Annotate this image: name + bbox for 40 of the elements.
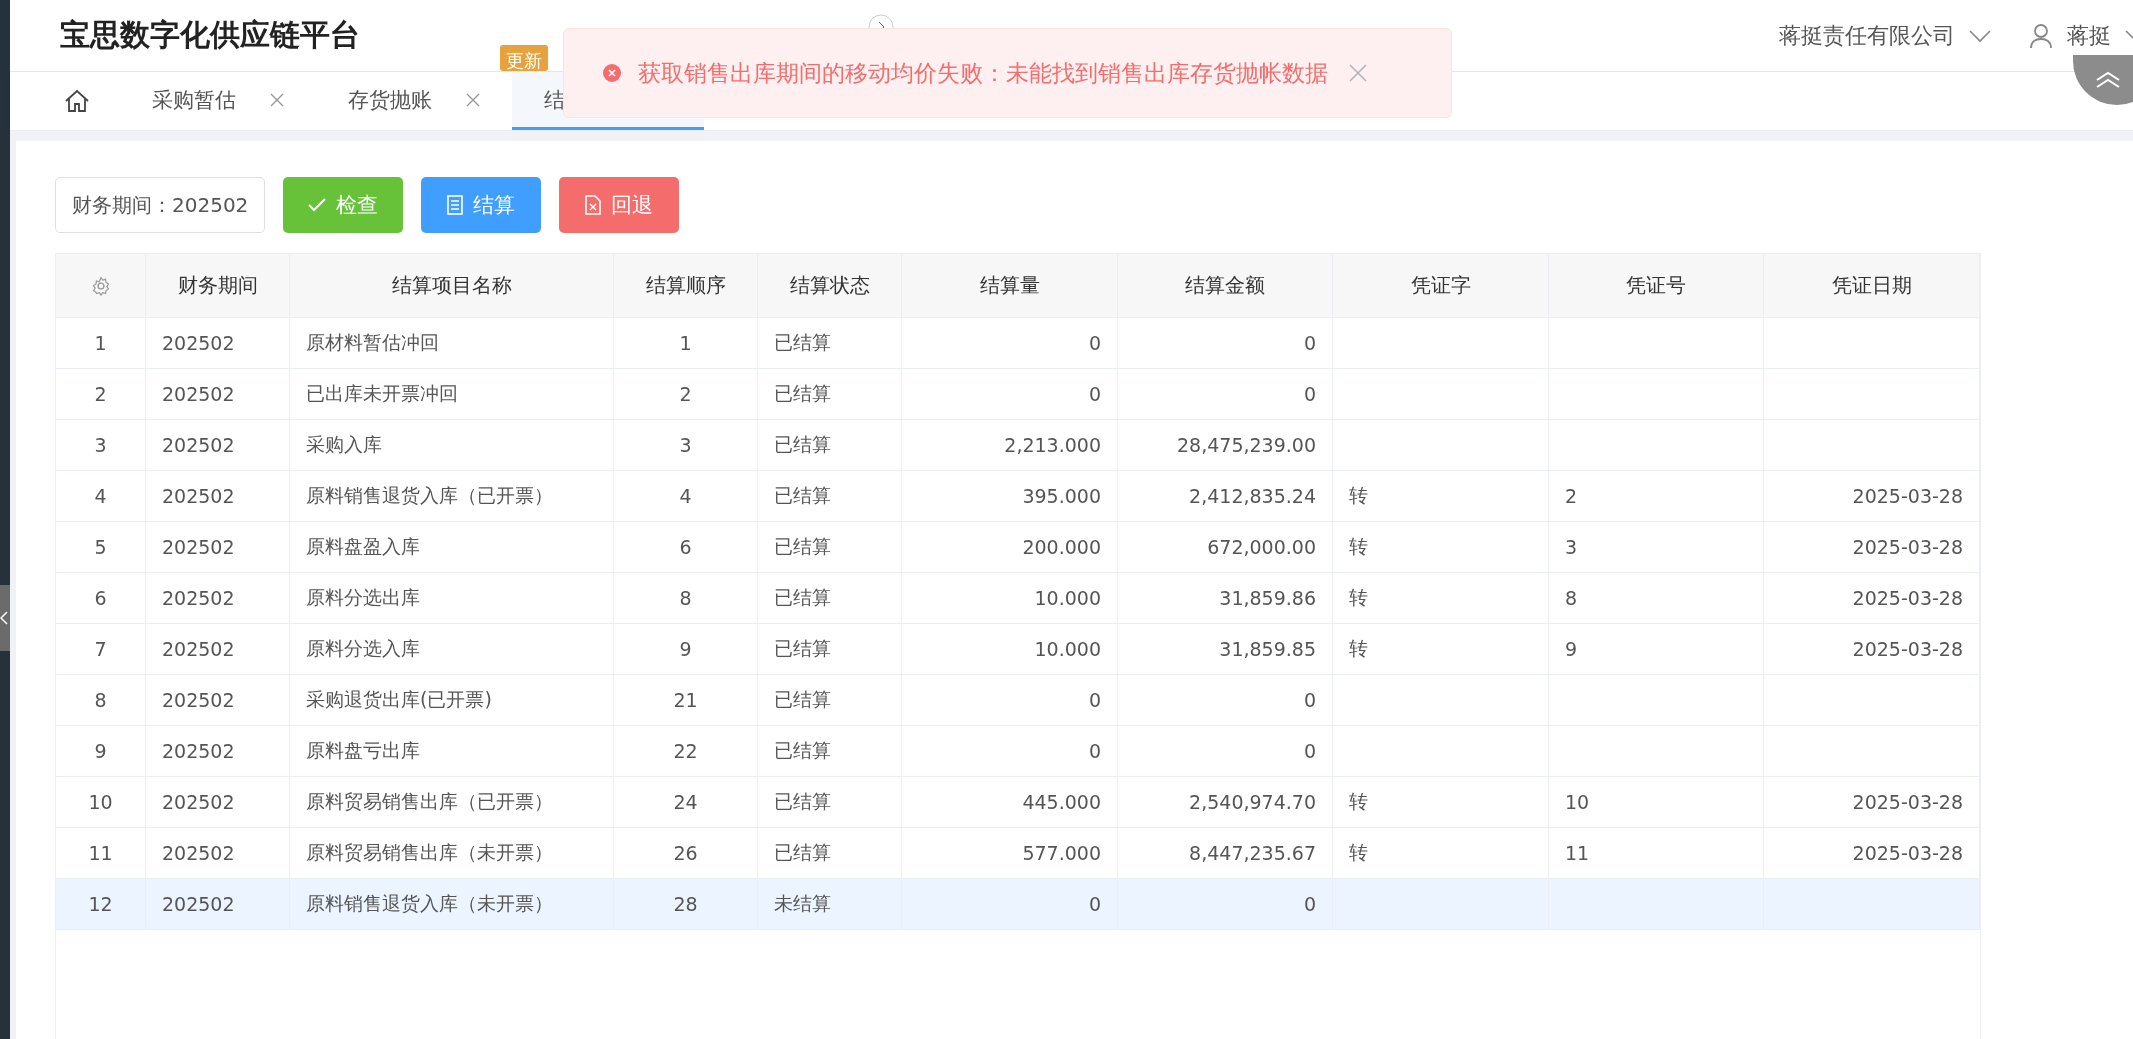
table-row[interactable]: 2 202502 已出库未开票冲回 2 已结算 0 0 (56, 369, 1980, 420)
table-row[interactable]: 6 202502 原料分选出库 8 已结算 10.000 31,859.86 转 8 2025-03-28 (56, 573, 1980, 624)
table-cell: 28 (614, 879, 758, 930)
home-icon[interactable] (64, 89, 90, 113)
checkmark-icon (308, 198, 327, 212)
user-icon[interactable] (2029, 22, 2053, 49)
document-icon (447, 195, 464, 215)
table-row[interactable]: 5 202502 原料盘盈入库 6 已结算 200.000 672,000.00 转 3 2025-03-28 (56, 522, 1980, 573)
chevron-left-icon (0, 611, 8, 625)
table-row[interactable]: 8 202502 采购退货出库(已开票) 21 已结算 0 0 (56, 675, 1980, 726)
table-row[interactable]: 4 202502 原料销售退货入库（已开票） 4 已结算 395.000 2,412,835.24 转 2 2025-03-28 (56, 471, 1980, 522)
table-row[interactable]: 12 202502 原料销售退货入库（未开票） 28 未结算 0 0 (56, 879, 1980, 930)
period-field[interactable]: 财务期间：202502 (55, 177, 266, 233)
chevron-down-icon[interactable] (1969, 28, 1991, 43)
settings-icon[interactable] (90, 275, 111, 296)
tab[interactable]: 存货抛账 (316, 72, 512, 130)
table-cell: 202502 (146, 879, 290, 930)
app-title: 宝思数字化供应链平台 (60, 16, 361, 54)
tab[interactable]: 采购暂估 (120, 72, 316, 130)
double-chevron-up-icon (2095, 71, 2121, 89)
table-row[interactable]: 11 202502 原料贸易销售出库（未开票） 26 已结算 577.000 8,447,235.67 转 11 2025-03-28 (56, 828, 1980, 879)
table-row[interactable]: 1 202502 原材料暂估冲回 1 已结算 0 0 (56, 318, 1980, 369)
table-row[interactable]: 7 202502 原料分选入库 9 已结算 10.000 31,859.85 转 9 2025-03-28 (56, 624, 1980, 675)
file-x-icon (585, 195, 602, 215)
collapse-handle[interactable] (0, 585, 10, 651)
error-icon (602, 63, 622, 83)
company-name[interactable]: 蒋挺责任有限公司 (1779, 20, 1955, 51)
close-button[interactable] (1348, 63, 1368, 83)
table-row[interactable]: 9 202502 原料盘亏出库 22 已结算 0 0 (56, 726, 1980, 777)
close-icon[interactable] (466, 92, 480, 107)
table-cell: 0 (902, 879, 1118, 930)
table-row[interactable]: 10 202502 原料贸易销售出库（已开票） 24 已结算 445.000 2,540,974.70 转 10 2025-03-28 (56, 777, 1980, 828)
error-message: 获取销售出库期间的移动均价失败：未能找到销售出库存货抛帐数据 (638, 58, 1328, 88)
close-icon[interactable] (270, 92, 284, 107)
table-cell: 0 (1118, 879, 1333, 930)
table-row[interactable]: 3 202502 采购入库 3 已结算 2,213.000 28,475,239.00 (56, 420, 1980, 471)
table-cell: 未结算 (758, 879, 902, 930)
user-name[interactable]: 蒋挺 (2067, 20, 2111, 51)
table-cell: 原料销售退货入库（未开票） (290, 879, 614, 930)
row-number: 12 (56, 879, 146, 930)
